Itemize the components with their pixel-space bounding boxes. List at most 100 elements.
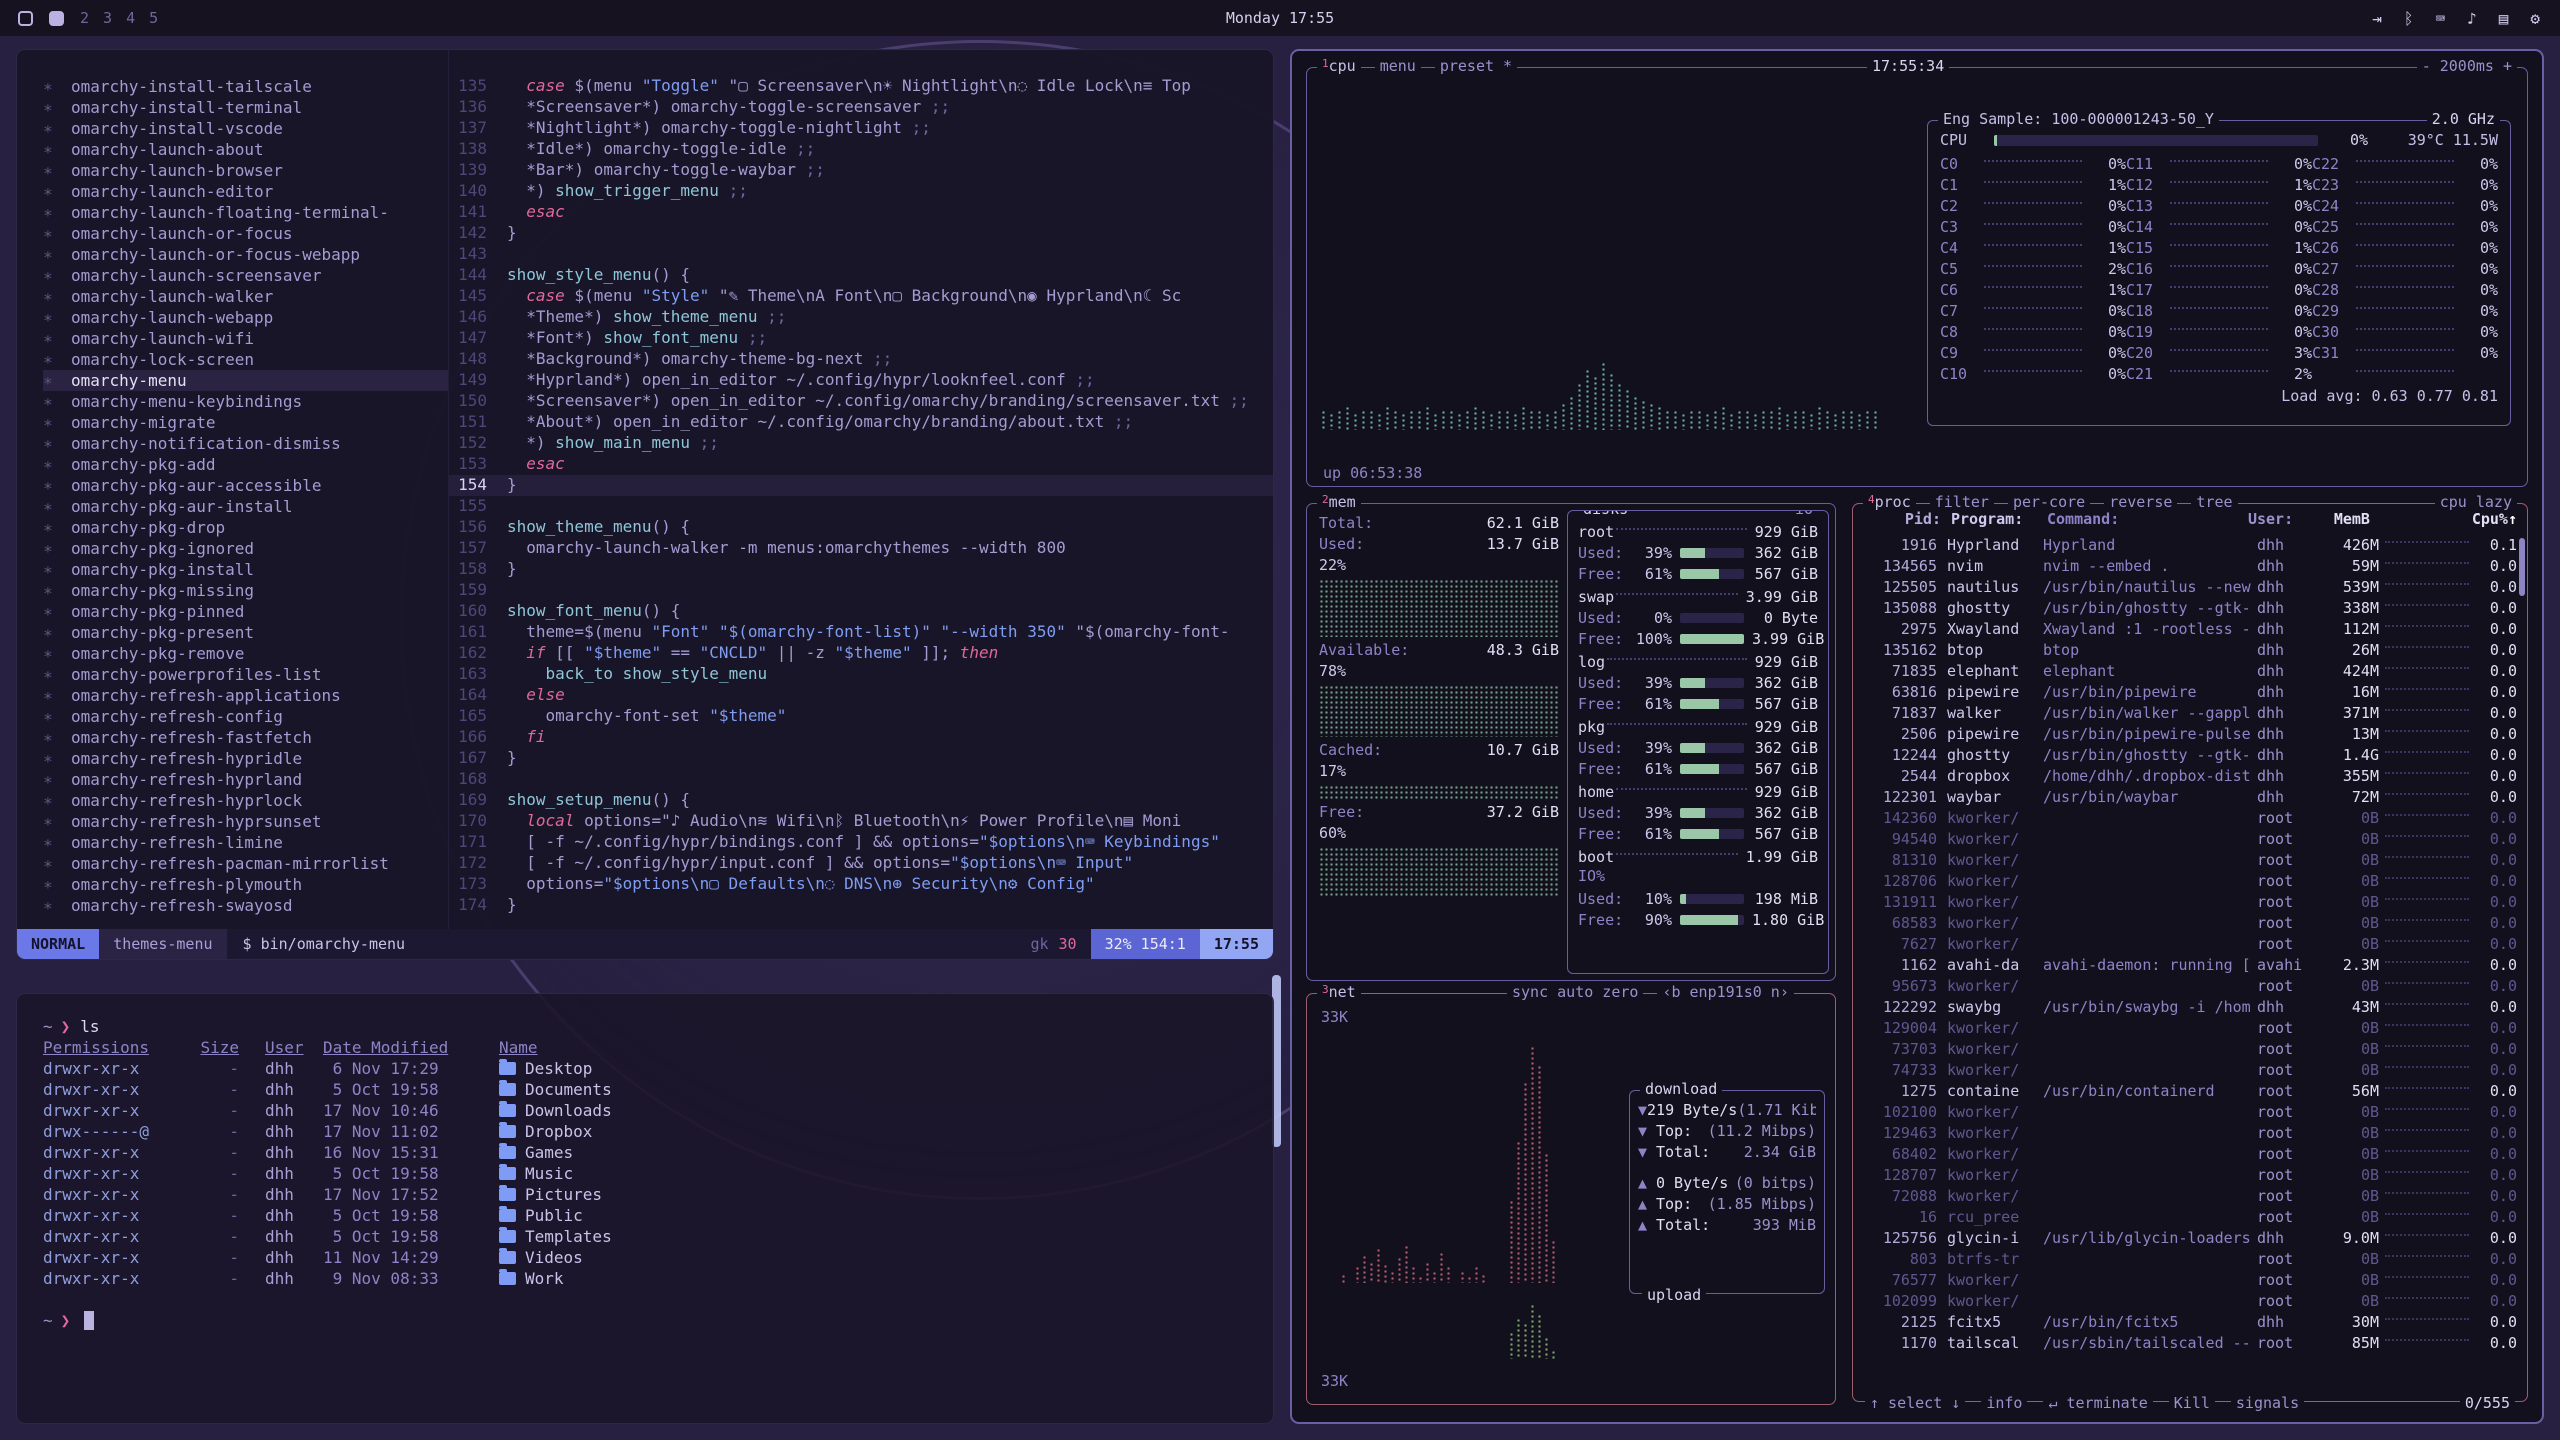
io-tab[interactable]: io <box>1790 510 1818 518</box>
cpu-menu-tab[interactable]: menu <box>1375 57 1421 75</box>
process-row[interactable]: 135088 ghostty /usr/bin/ghostty --gtk- d… <box>1859 597 2517 618</box>
code-line[interactable]: 165 omarchy-font-set "$theme" <box>449 706 1273 727</box>
process-row[interactable]: 134565 nvim nvim --embed . dhh 59M 0.0 <box>1859 555 2517 576</box>
process-row[interactable]: 135162 btop btop dhh 26M 0.0 <box>1859 639 2517 660</box>
process-row[interactable]: 12244 ghostty /usr/bin/ghostty --gtk- dh… <box>1859 744 2517 765</box>
file-item[interactable]: ∗omarchy-pkg-missing <box>43 580 448 601</box>
file-item[interactable]: ∗omarchy-pkg-add <box>43 454 448 475</box>
code-line[interactable]: 144show_style_menu() { <box>449 265 1273 286</box>
prompt-line-2[interactable]: ~ ❯ <box>43 1310 1273 1331</box>
code-line[interactable]: 148 *Background*) omarchy-theme-bg-next … <box>449 349 1273 370</box>
code-line[interactable]: 169show_setup_menu() { <box>449 790 1273 811</box>
file-item[interactable]: ∗omarchy-pkg-install <box>43 559 448 580</box>
code-line[interactable]: 138 *Idle*) omarchy-toggle-idle ;; <box>449 139 1273 160</box>
code-line[interactable]: 154} <box>449 475 1273 496</box>
file-item[interactable]: ∗omarchy-launch-wifi <box>43 328 448 349</box>
process-row[interactable]: 122301 waybar /usr/bin/waybar dhh 72M 0.… <box>1859 786 2517 807</box>
sort-arrow-icon[interactable]: ↑ <box>2508 510 2517 528</box>
process-row[interactable]: 128706 kworker/ root 0B 0.0 <box>1859 870 2517 891</box>
file-item[interactable]: ∗omarchy-pkg-aur-install <box>43 496 448 517</box>
file-item[interactable]: ∗omarchy-launch-floating-terminal- <box>43 202 448 223</box>
code-line[interactable]: 162 if [[ "$theme" == "CNCLD" || -z "$th… <box>449 643 1273 664</box>
file-item[interactable]: ∗omarchy-refresh-plymouth <box>43 874 448 895</box>
code-line[interactable]: 170 local options="♪ Audio\n≋ Wifi\nᛒ Bl… <box>449 811 1273 832</box>
process-row[interactable]: 76577 kworker/ root 0B 0.0 <box>1859 1269 2517 1290</box>
process-row[interactable]: 1162 avahi-da avahi-daemon: running [ av… <box>1859 954 2517 975</box>
proc-tab[interactable]: filter <box>1930 493 1994 511</box>
proc-scrollbar[interactable] <box>2519 538 2525 596</box>
process-row[interactable]: 102100 kworker/ root 0B 0.0 <box>1859 1101 2517 1122</box>
process-row[interactable]: 142360 kworker/ root 0B 0.0 <box>1859 807 2517 828</box>
file-item[interactable]: ∗omarchy-launch-screensaver <box>43 265 448 286</box>
code-line[interactable]: 167} <box>449 748 1273 769</box>
proc-footer-action[interactable]: ↵ terminate <box>2043 1394 2152 1412</box>
code-line[interactable]: 168 <box>449 769 1273 790</box>
process-row[interactable]: 1916 Hyprland Hyprland dhh 426M 0.1 <box>1859 534 2517 555</box>
file-item[interactable]: ∗omarchy-refresh-hyprsunset <box>43 811 448 832</box>
process-row[interactable]: 122292 swaybg /usr/bin/swaybg -i /hom dh… <box>1859 996 2517 1017</box>
tray-icon[interactable]: ⌨ <box>2435 9 2445 28</box>
code-line[interactable]: 166 fi <box>449 727 1273 748</box>
file-item[interactable]: ∗omarchy-pkg-remove <box>43 643 448 664</box>
process-row[interactable]: 68402 kworker/ root 0B 0.0 <box>1859 1143 2517 1164</box>
process-row[interactable]: 2125 fcitx5 /usr/bin/fcitx5 dhh 30M 0.0 <box>1859 1311 2517 1332</box>
code-line[interactable]: 137 *Nightlight*) omarchy-toggle-nightli… <box>449 118 1273 139</box>
code-line[interactable]: 151 *About*) open_in_editor ~/.config/om… <box>449 412 1273 433</box>
code-line[interactable]: 156show_theme_menu() { <box>449 517 1273 538</box>
code-line[interactable]: 145 case $(menu "Style" "✎ Theme\nA Font… <box>449 286 1273 307</box>
file-item[interactable]: ∗omarchy-pkg-drop <box>43 517 448 538</box>
process-row[interactable]: 68583 kworker/ root 0B 0.0 <box>1859 912 2517 933</box>
tray-icon[interactable]: ♪ <box>2467 9 2477 28</box>
net-tabs[interactable]: sync auto zero <box>1507 983 1643 1001</box>
file-item[interactable]: ∗omarchy-launch-editor <box>43 181 448 202</box>
process-row[interactable]: 128707 kworker/ root 0B 0.0 <box>1859 1164 2517 1185</box>
file-item[interactable]: ∗omarchy-refresh-fastfetch <box>43 727 448 748</box>
process-row[interactable]: 72088 kworker/ root 0B 0.0 <box>1859 1185 2517 1206</box>
file-item[interactable]: ∗omarchy-launch-about <box>43 139 448 160</box>
file-item[interactable]: ∗omarchy-pkg-present <box>43 622 448 643</box>
net-interface-tab[interactable]: ‹b enp191s0 n› <box>1657 983 1793 1001</box>
process-row[interactable]: 125505 nautilus /usr/bin/nautilus --new … <box>1859 576 2517 597</box>
code-pane[interactable]: 135 case $(menu "Toggle" "▢ Screensaver\… <box>449 50 1273 929</box>
file-item[interactable]: ∗omarchy-refresh-hyprlock <box>43 790 448 811</box>
terminal-window[interactable]: ~ ❯ ls Permissions Size User Date Modifi… <box>16 993 1274 1424</box>
col-program[interactable]: Program: <box>1941 510 2047 528</box>
code-line[interactable]: 140 *) show_trigger_menu ;; <box>449 181 1273 202</box>
proc-tab[interactable]: tree <box>2191 493 2237 511</box>
code-line[interactable]: 155 <box>449 496 1273 517</box>
col-user[interactable]: User: <box>2248 510 2314 528</box>
file-item[interactable]: ∗omarchy-refresh-hypridle <box>43 748 448 769</box>
file-item[interactable]: ∗omarchy-refresh-limine <box>43 832 448 853</box>
file-item[interactable]: ∗omarchy-refresh-hyprland <box>43 769 448 790</box>
code-line[interactable]: 171 [ -f ~/.config/hypr/bindings.conf ] … <box>449 832 1273 853</box>
file-item[interactable]: ∗omarchy-refresh-applications <box>43 685 448 706</box>
file-item[interactable]: ∗omarchy-refresh-pacman-mirrorlist <box>43 853 448 874</box>
proc-tab[interactable]: per-core <box>2008 493 2090 511</box>
process-row[interactable]: 2544 dropbox /home/dhh/.dropbox-dist dhh… <box>1859 765 2517 786</box>
process-row[interactable]: 74733 kworker/ root 0B 0.0 <box>1859 1059 2517 1080</box>
proc-footer-action[interactable]: info <box>1981 1394 2027 1412</box>
code-line[interactable]: 161 theme=$(menu "Font" "$(omarchy-font-… <box>449 622 1273 643</box>
process-row[interactable]: 73703 kworker/ root 0B 0.0 <box>1859 1038 2517 1059</box>
process-row[interactable]: 71837 walker /usr/bin/walker --gappl dhh… <box>1859 702 2517 723</box>
code-line[interactable]: 164 else <box>449 685 1273 706</box>
code-line[interactable]: 143 <box>449 244 1273 265</box>
file-item[interactable]: ∗omarchy-launch-or-focus-webapp <box>43 244 448 265</box>
file-item[interactable]: ∗omarchy-powerprofiles-list <box>43 664 448 685</box>
proc-footer-action[interactable]: signals <box>2231 1394 2304 1412</box>
code-line[interactable]: 152 *) show_main_menu ;; <box>449 433 1273 454</box>
code-line[interactable]: 173 options="$options\n▢ Defaults\n◌ DNS… <box>449 874 1273 895</box>
code-line[interactable]: 149 *Hyprland*) open_in_editor ~/.config… <box>449 370 1273 391</box>
file-item[interactable]: ∗omarchy-lock-screen <box>43 349 448 370</box>
code-line[interactable]: 160show_font_menu() { <box>449 601 1273 622</box>
process-row[interactable]: 1275 containe /usr/bin/containerd root 5… <box>1859 1080 2517 1101</box>
file-item[interactable]: ∗omarchy-refresh-swayosd <box>43 895 448 916</box>
code-line[interactable]: 146 *Theme*) show_theme_menu ;; <box>449 307 1273 328</box>
code-line[interactable]: 153 esac <box>449 454 1273 475</box>
col-pid[interactable]: Pid: <box>1863 510 1941 528</box>
file-item[interactable]: ∗omarchy-install-tailscale <box>43 76 448 97</box>
file-item[interactable]: ∗omarchy-launch-or-focus <box>43 223 448 244</box>
process-row[interactable]: 129463 kworker/ root 0B 0.0 <box>1859 1122 2517 1143</box>
update-interval-control[interactable]: - 2000ms + <box>2417 57 2517 75</box>
file-item[interactable]: ∗omarchy-pkg-ignored <box>43 538 448 559</box>
